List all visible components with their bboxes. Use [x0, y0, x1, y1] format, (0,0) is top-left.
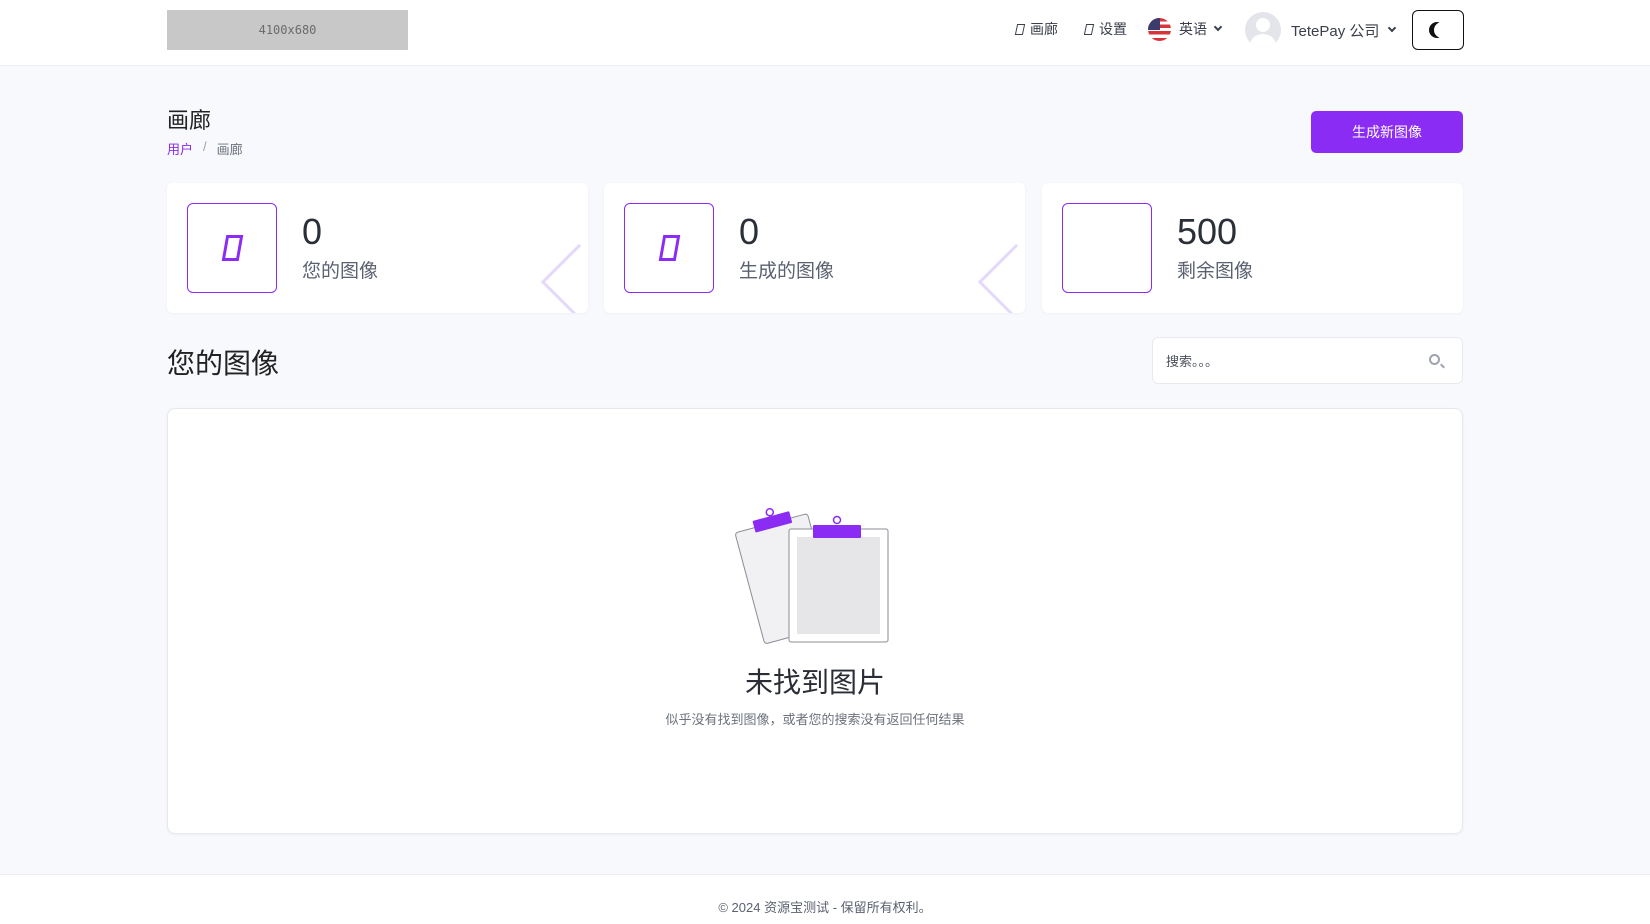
stat-icon-box: [1062, 203, 1152, 293]
settings-icon: [1083, 23, 1095, 35]
stat-label: 剩余图像: [1177, 261, 1254, 282]
gallery-panel: 未找到图片 似乎没有找到图像，或者您的搜索没有返回任何结果: [167, 408, 1463, 834]
theme-toggle-button[interactable]: [1412, 10, 1464, 50]
breadcrumb-separator: /: [203, 139, 207, 154]
stat-value: 0: [302, 211, 323, 252]
chevron-down-icon: [1213, 22, 1223, 32]
search-icon[interactable]: [1429, 354, 1440, 365]
nav-item-settings-label: 设置: [1099, 21, 1127, 37]
moon-icon: [1434, 22, 1450, 38]
us-flag-icon: [1148, 17, 1171, 41]
logo[interactable]: 4100x680: [167, 10, 408, 50]
stat-card-generated-images: 0 生成的图像: [604, 183, 1025, 313]
stat-label: 生成的图像: [739, 261, 835, 282]
chevron-down-icon: [1388, 23, 1397, 33]
stat-icon-box: [187, 203, 277, 293]
stat-card-your-images: 0 您的图像: [167, 183, 588, 313]
image-icon: [658, 235, 680, 261]
language-selector[interactable]: 英语: [1148, 16, 1223, 42]
user-name: TetePay 公司: [1291, 22, 1380, 40]
gallery-icon: [1014, 23, 1026, 35]
image-icon: [221, 235, 243, 261]
card-decoration: [540, 243, 588, 313]
empty-state-title: 未找到图片: [744, 667, 885, 698]
page-title: 画廊: [167, 108, 212, 133]
section-title: 您的图像: [167, 348, 280, 379]
stat-value: 500: [1177, 211, 1238, 252]
card-decoration: [977, 243, 1025, 313]
nav-item-gallery-label: 画廊: [1030, 21, 1058, 37]
nav-item-gallery[interactable]: 画廊: [1014, 18, 1058, 40]
avatar-icon: [1245, 12, 1281, 48]
generate-image-button[interactable]: 生成新图像: [1311, 111, 1463, 153]
stat-label: 您的图像: [302, 261, 379, 282]
user-menu[interactable]: TetePay 公司: [1245, 12, 1397, 48]
top-navbar: 4100x680 画廊 设置 英语 TetePay 公司: [0, 0, 1650, 66]
footer-copyright: © 2024 资源宝测试 - 保留所有权利。: [718, 900, 932, 915]
nav-item-settings[interactable]: 设置: [1083, 18, 1127, 40]
footer: © 2024 资源宝测试 - 保留所有权利。: [0, 874, 1650, 924]
stat-value: 0: [739, 211, 760, 252]
search-box: [1152, 337, 1463, 384]
empty-state-description: 似乎没有找到图像，或者您的搜索没有返回任何结果: [665, 712, 965, 727]
clipboard-empty-icon: [735, 507, 889, 644]
breadcrumb-current: 画廊: [216, 142, 243, 157]
language-label: 英语: [1179, 21, 1207, 37]
stat-card-remaining-images: 500 剩余图像: [1042, 183, 1463, 313]
breadcrumb-home[interactable]: 用户: [167, 139, 193, 158]
breadcrumb: 用户 / 画廊: [167, 139, 243, 158]
stat-icon-box: [624, 203, 714, 293]
search-input[interactable]: [1166, 348, 1416, 374]
